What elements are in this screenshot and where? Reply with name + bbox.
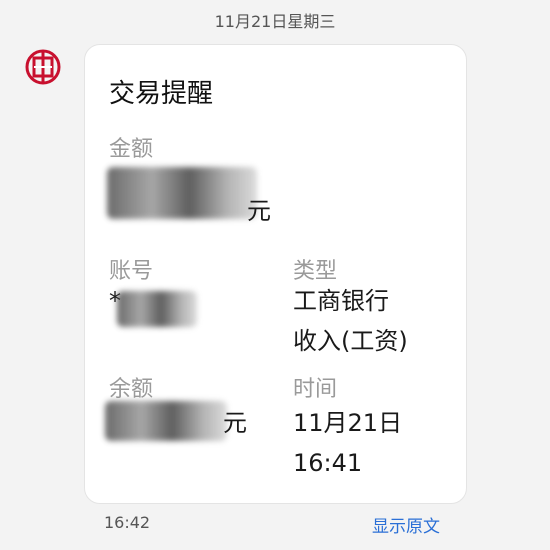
time-clock: 16:41 bbox=[293, 449, 363, 477]
message-timestamp: 16:42 bbox=[104, 513, 151, 532]
amount-label: 金额 bbox=[109, 137, 154, 162]
time-label: 时间 bbox=[293, 377, 338, 402]
amount-redacted bbox=[107, 167, 257, 219]
account-label: 账号 bbox=[109, 259, 154, 284]
type-detail: 收入(工资) bbox=[293, 327, 408, 355]
transaction-alert-card: 交易提醒 金额 元 账号 * 类型 工商银行 收入(工资) 余额 元 时间 11… bbox=[84, 44, 467, 504]
card-title: 交易提醒 bbox=[109, 79, 214, 109]
time-date: 11月21日 bbox=[293, 409, 403, 437]
amount-unit: 元 bbox=[247, 197, 271, 225]
type-label: 类型 bbox=[293, 259, 338, 284]
view-original-link[interactable]: 显示原文 bbox=[372, 512, 440, 537]
balance-label: 余额 bbox=[109, 377, 154, 402]
account-redacted bbox=[117, 291, 197, 327]
balance-redacted bbox=[105, 401, 227, 441]
date-header: 11月21日星期三 bbox=[214, 12, 336, 31]
icbc-logo-icon[interactable] bbox=[24, 48, 62, 86]
balance-unit: 元 bbox=[223, 409, 247, 437]
type-bank: 工商银行 bbox=[293, 287, 389, 315]
